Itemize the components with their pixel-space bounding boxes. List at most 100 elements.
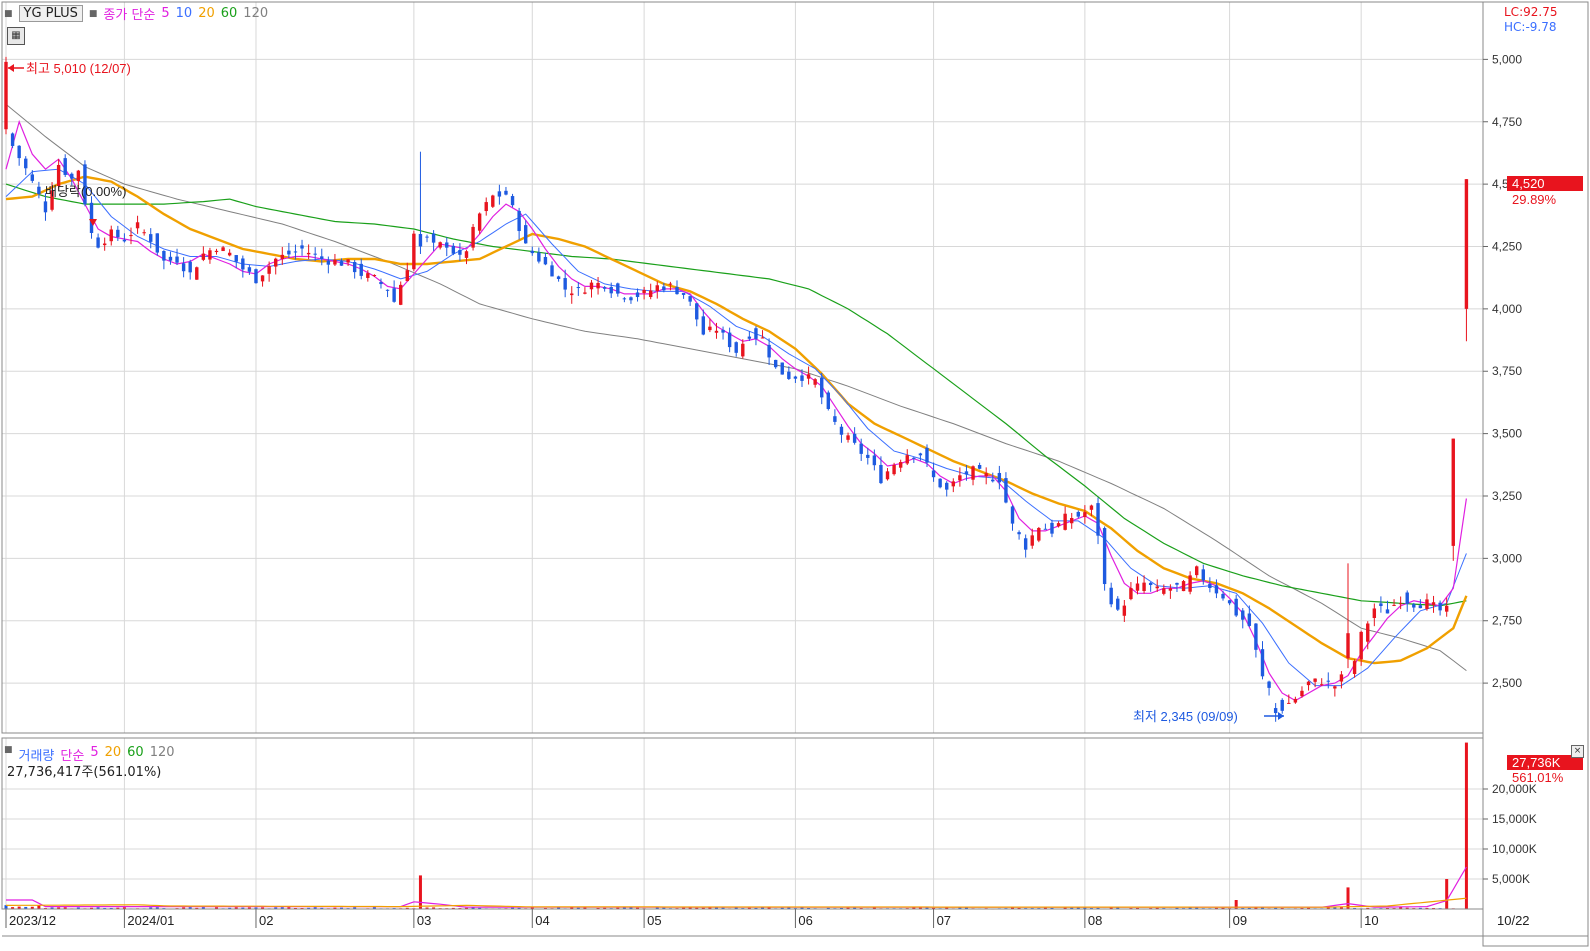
candle-body — [773, 359, 778, 368]
candle-body — [352, 261, 357, 273]
time-tick-label: 10 — [1364, 913, 1378, 928]
close-icon[interactable]: × — [1571, 745, 1584, 758]
candle-body — [333, 259, 337, 265]
candle-body — [116, 229, 120, 238]
candle-body — [1260, 649, 1265, 677]
time-tick-label: 10/22 — [1497, 913, 1530, 928]
candle-body — [556, 276, 561, 279]
candle-body — [1319, 684, 1324, 686]
price-tick-label: 3,500 — [1492, 427, 1522, 441]
candle-body — [24, 158, 28, 169]
candle-body — [905, 455, 909, 464]
volume-tick-label: 5,000K — [1492, 872, 1530, 886]
candle-body — [629, 297, 633, 301]
candle-body — [221, 247, 225, 252]
candle-body — [787, 371, 791, 379]
candle-body — [872, 455, 877, 466]
candle-body — [1096, 503, 1100, 536]
candle-body — [287, 250, 291, 255]
candle-body — [1451, 438, 1455, 546]
candle-body — [1175, 582, 1179, 585]
candle-body — [596, 282, 600, 289]
candle-body — [925, 447, 929, 463]
candle-body — [1267, 681, 1271, 688]
high-annotation: 최고 5,010 (12/07) — [26, 61, 131, 76]
candle-body — [714, 330, 719, 333]
candle-body — [1385, 609, 1390, 614]
candle-body — [313, 253, 317, 255]
candle-body — [1155, 586, 1159, 589]
chart-svg[interactable]: 2,500 2,750 3,000 3,250 3,500 3,750 4,000 4,250… — [0, 0, 1590, 948]
time-tick-label: 07 — [937, 913, 951, 928]
time-tick-label: 05 — [647, 913, 661, 928]
candle-body — [945, 482, 949, 490]
candle-body — [102, 243, 107, 246]
candle-body — [339, 261, 344, 266]
calculator-icon[interactable]: ▦ — [7, 27, 25, 45]
time-tick-label: 06 — [798, 913, 812, 928]
candle-body — [885, 471, 890, 480]
candle-body — [1116, 598, 1120, 610]
current-price-tag: 4,520 — [1512, 176, 1545, 191]
candle-body — [1293, 698, 1298, 703]
change-percent: 29.89% — [1512, 192, 1557, 207]
candle-body — [1181, 581, 1186, 592]
candle-body — [142, 232, 146, 234]
candle-body — [879, 464, 883, 484]
ma20-label: 20 — [198, 6, 215, 21]
candle-body — [1326, 680, 1330, 682]
candle-body — [1418, 605, 1423, 609]
candle-body — [76, 170, 81, 182]
candle-body — [1412, 604, 1416, 608]
candle-body — [418, 234, 423, 247]
candle-body — [135, 222, 140, 229]
candle-body — [392, 288, 396, 302]
candle-body — [1372, 608, 1377, 618]
candle-body — [379, 282, 383, 285]
volume-info: 27,736,417주(561.01%) — [7, 765, 162, 780]
candle-body — [445, 242, 449, 248]
stock-name[interactable]: YG PLUS — [18, 5, 83, 22]
candle-body — [675, 286, 679, 295]
candle-body — [550, 265, 554, 277]
candle-body — [63, 158, 67, 175]
price-ma-label: 종가 단순 — [103, 8, 156, 23]
candle-body — [1392, 604, 1396, 606]
candle-body — [826, 392, 831, 409]
candle-body — [912, 457, 916, 459]
candle-body — [701, 316, 706, 335]
candle-body — [839, 426, 844, 435]
candle-body — [306, 252, 311, 255]
candle-body — [563, 278, 567, 290]
candle-body — [1346, 633, 1350, 659]
candle-body — [741, 343, 745, 357]
candle-body — [181, 263, 186, 272]
candle-body — [372, 274, 377, 276]
price-tick-label: 5,000 — [1492, 52, 1522, 66]
candle-body — [1122, 605, 1127, 616]
price-tick-label: 4,000 — [1492, 302, 1522, 316]
ma5-label: 5 — [161, 6, 170, 21]
candle-body — [681, 292, 686, 295]
candle-body — [1004, 478, 1008, 503]
candle-body — [1208, 583, 1212, 589]
stock-chart[interactable]: 2,500 2,750 3,000 3,250 3,500 3,750 4,000 4,250… — [0, 0, 1590, 948]
candle-body — [780, 362, 784, 375]
candle-body — [122, 239, 127, 242]
candle-body — [425, 236, 429, 238]
candle-body — [800, 375, 804, 381]
candle-body — [517, 210, 521, 232]
candle-body — [241, 258, 245, 270]
candle-body — [188, 261, 192, 273]
candle-body — [1142, 582, 1146, 592]
candle-body — [464, 251, 469, 258]
price-tick-label: 4,250 — [1492, 239, 1522, 253]
candle-body — [1056, 523, 1061, 527]
candle-body — [405, 270, 409, 282]
volume-tag: 27,736K — [1512, 755, 1561, 770]
price-tick-label: 3,000 — [1492, 551, 1522, 565]
legend-square-icon: ■ — [4, 8, 13, 19]
candle-body — [1333, 686, 1337, 689]
candle-body — [1076, 511, 1080, 517]
lc-label: LC:92.75 — [1504, 5, 1558, 19]
